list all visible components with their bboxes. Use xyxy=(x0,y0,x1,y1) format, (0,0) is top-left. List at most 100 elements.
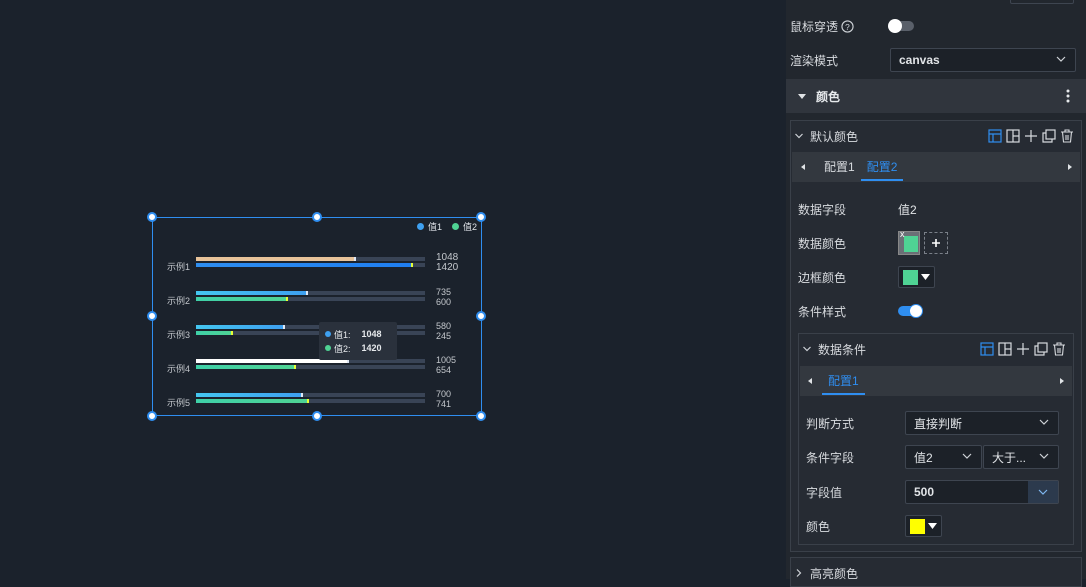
data-color-swatch[interactable]: x xyxy=(898,229,920,255)
bar-2[interactable] xyxy=(196,331,233,335)
resize-handle-mr[interactable] xyxy=(476,311,486,321)
data-field-value: 值2 xyxy=(898,202,917,217)
resize-handle-bl[interactable] xyxy=(147,411,157,421)
table-icon[interactable] xyxy=(980,342,994,356)
plus-icon[interactable] xyxy=(1024,129,1038,143)
toggle-knob xyxy=(888,19,902,33)
caret-down-icon xyxy=(798,94,806,99)
copy-icon[interactable] xyxy=(1034,342,1048,356)
default-color-header[interactable]: 默认颜色 xyxy=(786,126,1086,146)
copy-icon[interactable] xyxy=(1042,129,1056,143)
cond-field-label: 条件字段 xyxy=(806,450,855,465)
chart-row: 示例5 700 741 xyxy=(167,389,467,410)
field-value-input[interactable]: 500 xyxy=(905,480,1059,504)
bar-1[interactable] xyxy=(196,291,308,295)
value-label-1: 580 xyxy=(436,321,452,331)
bar-1[interactable] xyxy=(196,393,303,397)
cond-style-label: 条件样式 xyxy=(798,304,847,319)
toggle-knob xyxy=(909,304,923,318)
mouse-through-label: 鼠标穿透 xyxy=(790,19,839,34)
value-label-2: 741 xyxy=(436,399,452,409)
chart-row: 示例4 1005 654 xyxy=(167,355,467,376)
more-vertical-icon[interactable] xyxy=(1066,89,1070,103)
value-label-2: 600 xyxy=(436,297,452,307)
tab-config-1[interactable]: 配置1 xyxy=(818,153,861,181)
judge-value: 直接判断 xyxy=(914,416,963,431)
tab-prev-icon[interactable] xyxy=(799,163,807,171)
cond-color-label: 颜色 xyxy=(806,519,831,534)
data-condition-title: 数据条件 xyxy=(818,342,867,357)
resize-handle-bm[interactable] xyxy=(312,411,322,421)
bar-track xyxy=(196,291,425,295)
resize-handle-br[interactable] xyxy=(476,411,486,421)
bar-2[interactable] xyxy=(196,399,309,403)
plus-icon[interactable] xyxy=(1016,342,1030,356)
border-color-row: 边框颜色 xyxy=(786,267,1086,287)
mouse-through-toggle[interactable] xyxy=(888,19,914,33)
default-color-title: 默认颜色 xyxy=(810,129,859,144)
bar-track xyxy=(196,263,425,267)
border-color-label: 边框颜色 xyxy=(798,270,847,285)
render-mode-value: canvas xyxy=(899,53,940,67)
render-mode-select[interactable]: canvas xyxy=(890,48,1076,72)
data-condition-box xyxy=(798,333,1074,545)
chevron-down-icon xyxy=(1039,453,1049,459)
color-section-header[interactable]: 颜色 xyxy=(786,79,1086,113)
default-color-tabs: 配置1 配置2 xyxy=(792,152,1080,182)
tab-prev-icon[interactable] xyxy=(806,377,814,385)
cond-color-swatch xyxy=(910,518,925,534)
bar-1[interactable] xyxy=(196,325,285,329)
condition-tabs: 配置1 xyxy=(800,366,1072,396)
bar-1[interactable] xyxy=(196,257,356,261)
tab-config-2[interactable]: 配置2 xyxy=(860,153,904,181)
bar-2[interactable] xyxy=(196,263,413,267)
category-label: 示例3 xyxy=(167,330,191,340)
layout-icon[interactable] xyxy=(998,342,1012,356)
bar-track xyxy=(196,297,425,301)
cond-operator-value: 大于... xyxy=(992,450,1027,465)
add-color-button[interactable] xyxy=(924,232,948,254)
tooltip-row-2: 值2: 1420 xyxy=(325,341,391,355)
default-color-toolbar xyxy=(984,129,1074,143)
tab-next-icon[interactable] xyxy=(1058,377,1066,385)
data-condition-header[interactable]: 数据条件 xyxy=(786,339,1086,359)
data-field-label: 数据字段 xyxy=(798,202,847,217)
top-input-stub[interactable] xyxy=(1010,0,1074,4)
judge-select[interactable]: 直接判断 xyxy=(905,411,1059,435)
table-icon[interactable] xyxy=(988,129,1002,143)
tab-next-icon[interactable] xyxy=(1066,163,1074,171)
chart-row: 示例3 580 245 xyxy=(167,321,467,342)
cond-style-row: 条件样式 xyxy=(786,301,1086,321)
help-icon[interactable]: ? xyxy=(841,19,854,33)
cond-operator-select[interactable]: 大于... xyxy=(983,445,1059,469)
chevron-down-icon xyxy=(1056,56,1066,62)
highlight-color-header[interactable]: 高亮颜色 xyxy=(786,564,1086,582)
editor-canvas: 值1 值2 示例1 1048 1420 示例2 735 600 示例3 580 245 示例4 10… xyxy=(0,0,786,579)
judge-label: 判断方式 xyxy=(806,416,855,431)
bar-chart-widget[interactable]: 值1 值2 示例1 1048 1420 示例2 735 600 示例3 580 245 示例4 10… xyxy=(152,217,482,416)
bar-2[interactable] xyxy=(196,365,296,369)
plus-icon xyxy=(932,239,940,247)
value-label-2: 245 xyxy=(436,331,452,341)
tooltip-label-2: 值2: xyxy=(334,343,351,354)
legend-label-2: 值2 xyxy=(462,222,477,232)
resize-handle-tl[interactable] xyxy=(147,212,157,222)
cond-field-select[interactable]: 值2 xyxy=(905,445,982,469)
border-color-picker[interactable] xyxy=(898,266,935,288)
resize-handle-tr[interactable] xyxy=(476,212,486,222)
border-color-swatch xyxy=(903,269,918,285)
tab-cond-config-1[interactable]: 配置1 xyxy=(822,367,865,395)
caret-down-icon xyxy=(928,523,937,529)
field-value-dropdown-button[interactable] xyxy=(1028,481,1058,503)
tooltip-value-1: 1048 xyxy=(361,329,382,339)
chevron-down-icon xyxy=(962,453,972,459)
resize-handle-tm[interactable] xyxy=(312,212,322,222)
cond-color-picker[interactable] xyxy=(905,515,942,537)
cond-style-toggle[interactable] xyxy=(898,304,923,318)
trash-icon[interactable] xyxy=(1060,129,1074,143)
bar-2[interactable] xyxy=(196,297,288,301)
resize-handle-ml[interactable] xyxy=(147,311,157,321)
color-section-title: 颜色 xyxy=(816,89,841,104)
trash-icon[interactable] xyxy=(1052,342,1066,356)
layout-icon[interactable] xyxy=(1006,129,1020,143)
